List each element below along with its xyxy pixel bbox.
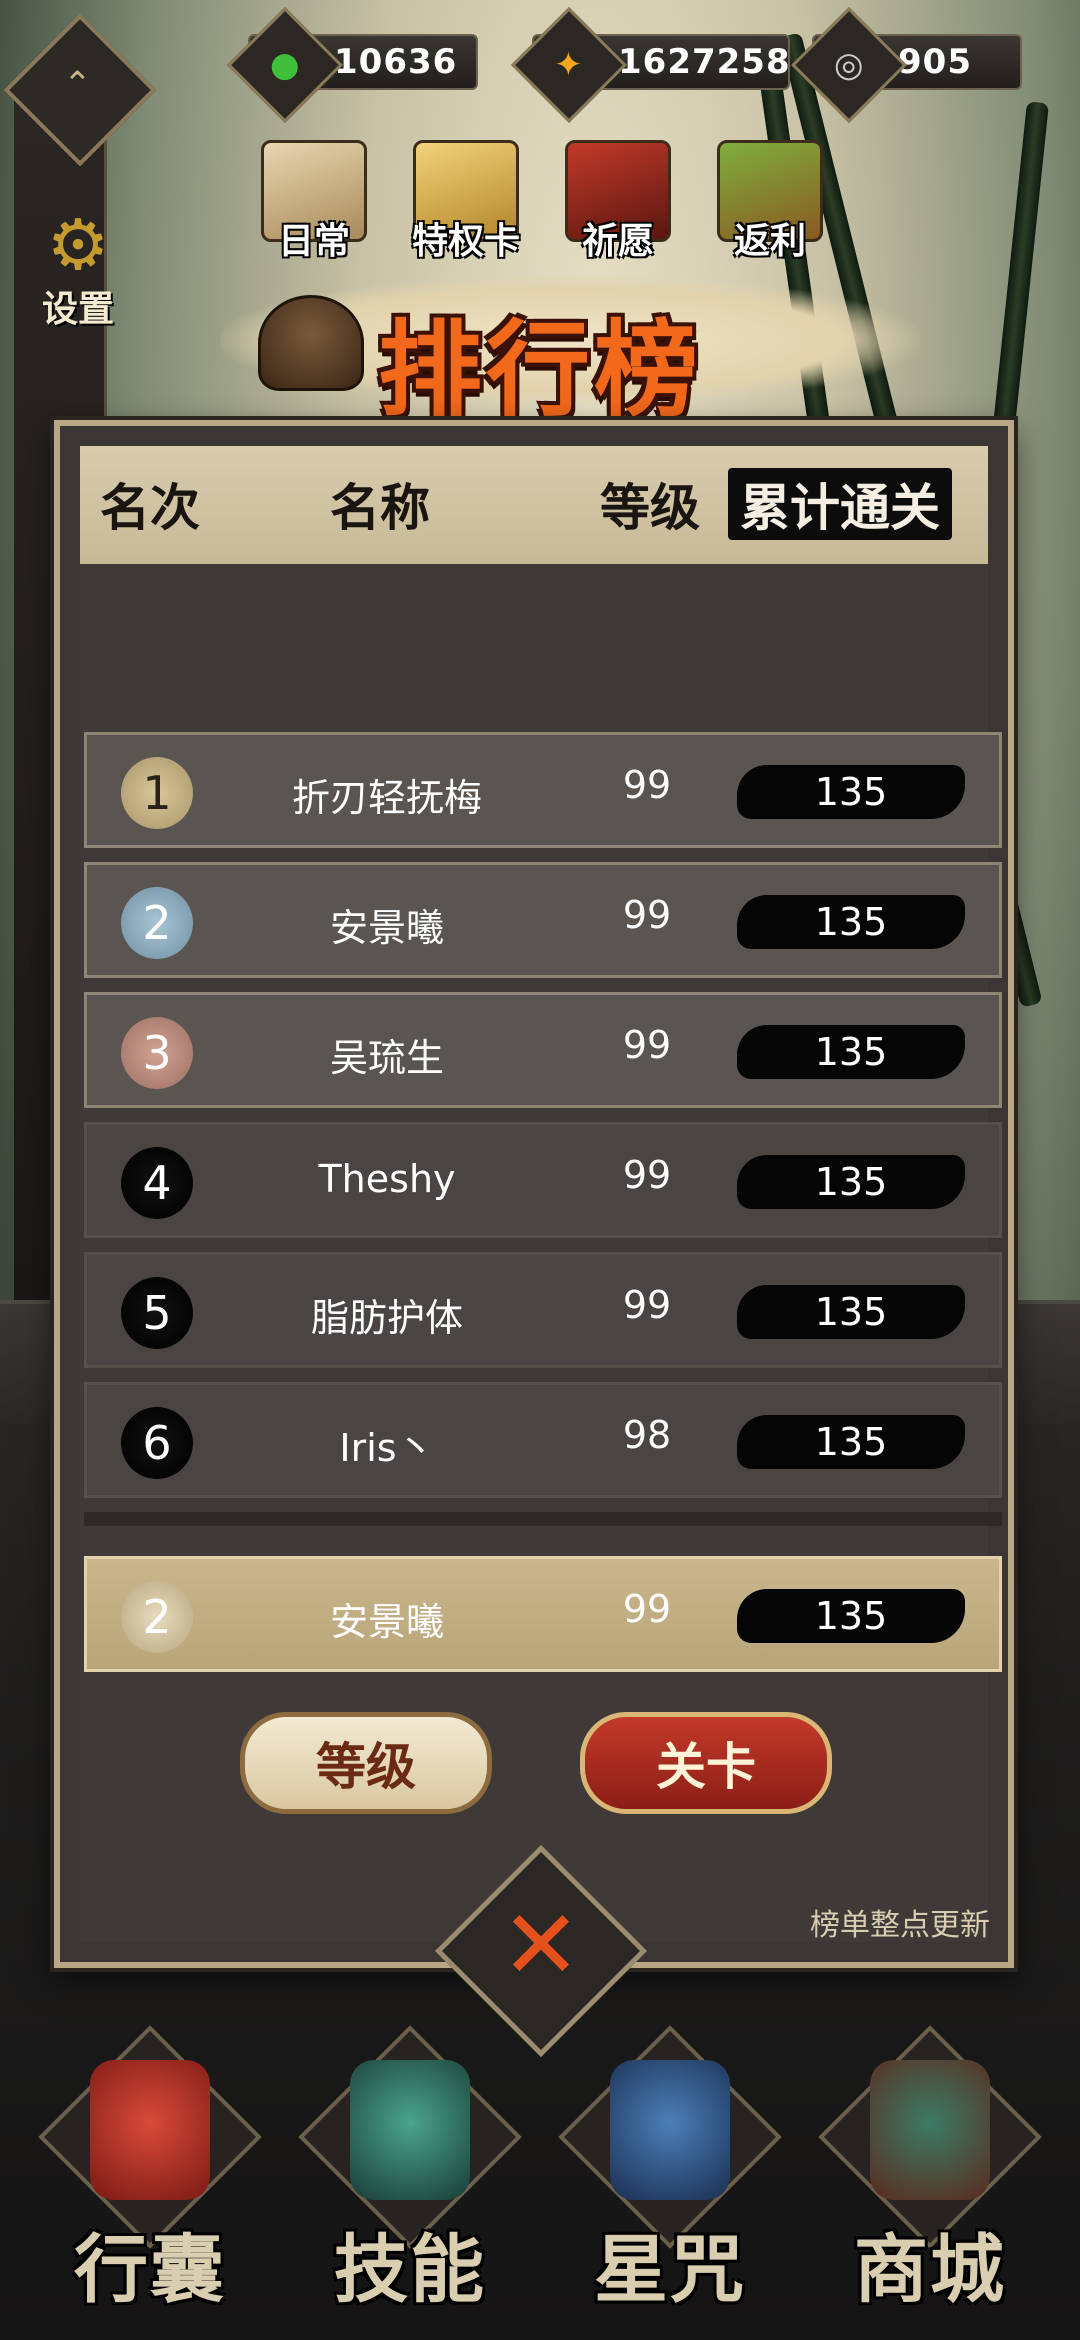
player-name: 脂肪护体	[310, 1296, 463, 1340]
nav-label: 商城	[854, 2227, 1006, 2313]
settings-button[interactable]: ⚙ 设置	[28, 210, 128, 332]
player-level: 99	[622, 1587, 672, 1631]
player-name: 安景曦	[329, 1600, 444, 1644]
feature-label: 日常	[277, 221, 350, 262]
nav-star-spell[interactable]: 星咒	[550, 2025, 790, 2330]
feature-label: 祈愿	[581, 221, 654, 262]
player-name: 折刃轻抚梅	[291, 776, 482, 820]
feature-rebate[interactable]: 返利	[710, 140, 830, 264]
currency-jade-value: 10636	[334, 42, 458, 82]
rank-badge: 1	[121, 757, 193, 829]
bag-icon	[90, 2060, 210, 2200]
currency-jade: ● 10636	[227, 7, 478, 123]
gear-icon: ⚙	[46, 204, 110, 286]
nav-label: 技能	[334, 2227, 486, 2313]
skill-blade-icon	[350, 2060, 470, 2200]
nav-label: 行囊	[74, 2227, 226, 2313]
player-name: 安景曦	[329, 906, 444, 950]
currency-silver-value: 905	[898, 42, 972, 82]
player-name: Theshy	[318, 1157, 456, 1201]
rank-badge: 2	[121, 887, 193, 959]
rank-badge: 4	[121, 1147, 193, 1219]
tab-stage-button[interactable]: 关卡	[580, 1712, 832, 1814]
rank-badge: 5	[121, 1277, 193, 1349]
player-name: 吴琉生	[329, 1036, 444, 1080]
currency-gold-value: 1627258	[618, 42, 791, 82]
player-stage: 135	[737, 895, 965, 949]
table-row: 5 脂肪护体 99 135	[84, 1252, 1002, 1368]
player-stage: 135	[737, 1155, 965, 1209]
chevron-up-icon: ⌃	[63, 64, 92, 105]
rank-badge: 2	[121, 1581, 193, 1653]
currency-silver: ◎ 905	[791, 7, 1022, 123]
player-level: 99	[622, 1283, 672, 1327]
nav-shop[interactable]: 商城	[810, 2025, 1050, 2330]
feature-wish[interactable]: 祈愿	[558, 140, 678, 264]
nav-skill[interactable]: 技能	[290, 2025, 530, 2330]
table-row: 2 安景曦 99 135	[84, 862, 1002, 978]
player-stage: 135	[737, 1589, 965, 1643]
player-level: 99	[622, 893, 672, 937]
self-rank-row: 2 安景曦 99 135	[84, 1556, 1002, 1672]
nav-label: 星咒	[594, 2227, 746, 2313]
rank-badge: 3	[121, 1017, 193, 1089]
helmet-icon	[258, 295, 364, 391]
close-icon[interactable]: ✕	[496, 1897, 586, 1993]
player-level: 99	[622, 1153, 672, 1197]
tab-level-button[interactable]: 等级	[240, 1712, 492, 1814]
feature-label: 特权卡	[411, 221, 520, 262]
player-level: 99	[622, 763, 672, 807]
shop-icon	[870, 2060, 990, 2200]
star-scroll-icon	[610, 2060, 730, 2200]
header-stage: 累计通关	[728, 468, 952, 540]
table-row: 6 Iris丶 98 135	[84, 1382, 1002, 1498]
header-name: 名称	[330, 478, 430, 537]
leaderboard-header: 名次 名称 等级 累计通关	[80, 446, 988, 564]
feature-daily[interactable]: 日常	[254, 140, 374, 264]
player-level: 99	[622, 1023, 672, 1067]
rank-badge: 6	[121, 1407, 193, 1479]
currency-gold: ✦ 1627258	[511, 7, 791, 123]
nav-bag[interactable]: 行囊	[30, 2025, 270, 2330]
leaderboard-panel-inner: 名次 名称 等级 累计通关 1 折刃轻抚梅 99 135 2 安景曦 99 13…	[80, 446, 1002, 1942]
header-level: 等级	[600, 478, 700, 537]
leaderboard-panel: 名次 名称 等级 累计通关 1 折刃轻抚梅 99 135 2 安景曦 99 13…	[54, 420, 1014, 1968]
player-stage: 135	[737, 1025, 965, 1079]
list-scroll-edge	[84, 1512, 1002, 1526]
table-row: 4 Theshy 99 135	[84, 1122, 1002, 1238]
table-row: 1 折刃轻抚梅 99 135	[84, 732, 1002, 848]
feature-label: 返利	[733, 221, 806, 262]
player-stage: 135	[737, 1415, 965, 1469]
settings-label: 设置	[41, 289, 114, 330]
player-stage: 135	[737, 765, 965, 819]
feature-privilege-card[interactable]: 特权卡	[406, 140, 526, 264]
player-level: 98	[622, 1413, 672, 1457]
player-name: Iris丶	[339, 1426, 435, 1470]
page-title: 排行榜	[377, 309, 702, 431]
player-stage: 135	[737, 1285, 965, 1339]
update-note: 榜单整点更新	[810, 1908, 990, 1943]
header-rank: 名次	[100, 478, 200, 537]
table-row: 3 吴琉生 99 135	[84, 992, 1002, 1108]
